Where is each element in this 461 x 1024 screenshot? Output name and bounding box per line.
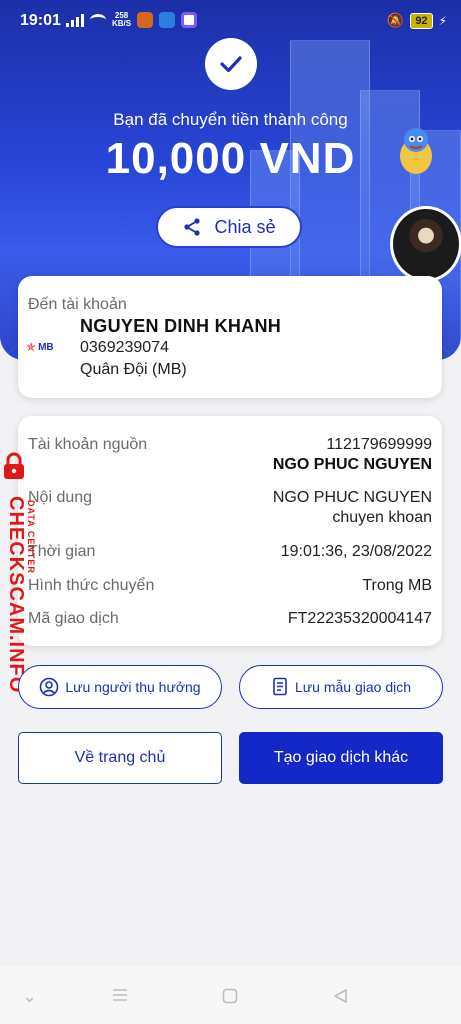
recipient-name: NGUYEN DINH KHANH bbox=[80, 316, 282, 336]
mascot-illustration bbox=[392, 122, 440, 178]
home-button[interactable]: Về trang chủ bbox=[18, 732, 222, 784]
messenger-icon bbox=[181, 12, 198, 28]
destination-label: Đến tài khoản bbox=[28, 296, 127, 313]
lock-icon bbox=[4, 452, 24, 479]
chevron-down-icon[interactable]: ⌄ bbox=[22, 986, 37, 1007]
success-check-icon bbox=[205, 38, 257, 90]
source-account-label: Tài khoản nguồn bbox=[28, 436, 148, 453]
charging-icon: ⚡ bbox=[438, 13, 447, 28]
status-time: 19:01 bbox=[20, 12, 61, 29]
content-line-2: chuyen khoan bbox=[332, 509, 432, 526]
back-icon[interactable] bbox=[332, 988, 348, 1004]
save-template-label: Lưu mẫu giao dịch bbox=[295, 679, 411, 695]
watermark-site-text: CHECKSCAM.INFO bbox=[5, 496, 27, 694]
source-account-name: NGO PHUC NGUYEN bbox=[272, 456, 432, 473]
share-label: Chia sẻ bbox=[214, 216, 276, 237]
share-button[interactable]: Chia sẻ bbox=[156, 206, 302, 248]
transaction-details-card: Tài khoản nguồn 112179699999 NGO PHUC NG… bbox=[18, 416, 442, 646]
mute-icon: 🔕 bbox=[386, 12, 405, 28]
source-account-number: 112179699999 bbox=[326, 436, 432, 453]
save-template-button[interactable]: Lưu mẫu giao dịch bbox=[239, 665, 443, 709]
system-nav-bar: ⌄ bbox=[0, 966, 461, 1024]
method-value: Trong MB bbox=[362, 577, 432, 594]
document-icon bbox=[273, 677, 287, 696]
new-transaction-button[interactable]: Tạo giao dịch khác bbox=[239, 732, 443, 784]
watermark-tag-text: DATA CENTER bbox=[26, 500, 36, 574]
wifi-icon bbox=[90, 14, 106, 26]
save-beneficiary-button[interactable]: Lưu người thụ hưởng bbox=[18, 665, 222, 709]
user-avatar[interactable] bbox=[390, 206, 461, 282]
recipient-account-number: 0369239074 bbox=[80, 339, 169, 356]
app-notification-icon bbox=[159, 12, 176, 28]
save-beneficiary-label: Lưu người thụ hưởng bbox=[65, 679, 201, 695]
status-bar: 19:01 258 KB/S 🔕 92 ⚡ bbox=[0, 0, 461, 40]
person-circle-icon bbox=[40, 677, 59, 697]
home-square-icon[interactable] bbox=[222, 988, 238, 1004]
recipient-bank-name: Quân Đội (MB) bbox=[80, 361, 187, 378]
transaction-id-value: FT22235320004147 bbox=[287, 610, 432, 627]
battery-indicator: 92 bbox=[410, 12, 433, 29]
transaction-id-label: Mã giao dịch bbox=[28, 610, 119, 627]
time-value: 19:01:36, 23/08/2022 bbox=[280, 543, 432, 560]
game-app-icon bbox=[137, 12, 154, 28]
new-transaction-label: Tạo giao dịch khác bbox=[273, 749, 409, 766]
method-label: Hình thức chuyển bbox=[28, 577, 155, 594]
mb-star-icon: ✯ bbox=[26, 340, 37, 354]
net-speed: 258 KB/S bbox=[112, 11, 132, 28]
mb-bank-logo: ✯ MB bbox=[26, 340, 54, 354]
share-icon bbox=[184, 218, 201, 236]
home-button-label: Về trang chủ bbox=[74, 749, 166, 766]
checkscam-watermark: CHECKSCAM.INFO DATA CENTER bbox=[0, 452, 40, 693]
content-line-1: NGO PHUC NGUYEN bbox=[272, 489, 432, 506]
signal-icon bbox=[66, 13, 84, 27]
destination-card: Đến tài khoản ✯ MB NGUYEN DINH KHANH 036… bbox=[18, 276, 442, 398]
menu-icon[interactable] bbox=[112, 988, 128, 1002]
